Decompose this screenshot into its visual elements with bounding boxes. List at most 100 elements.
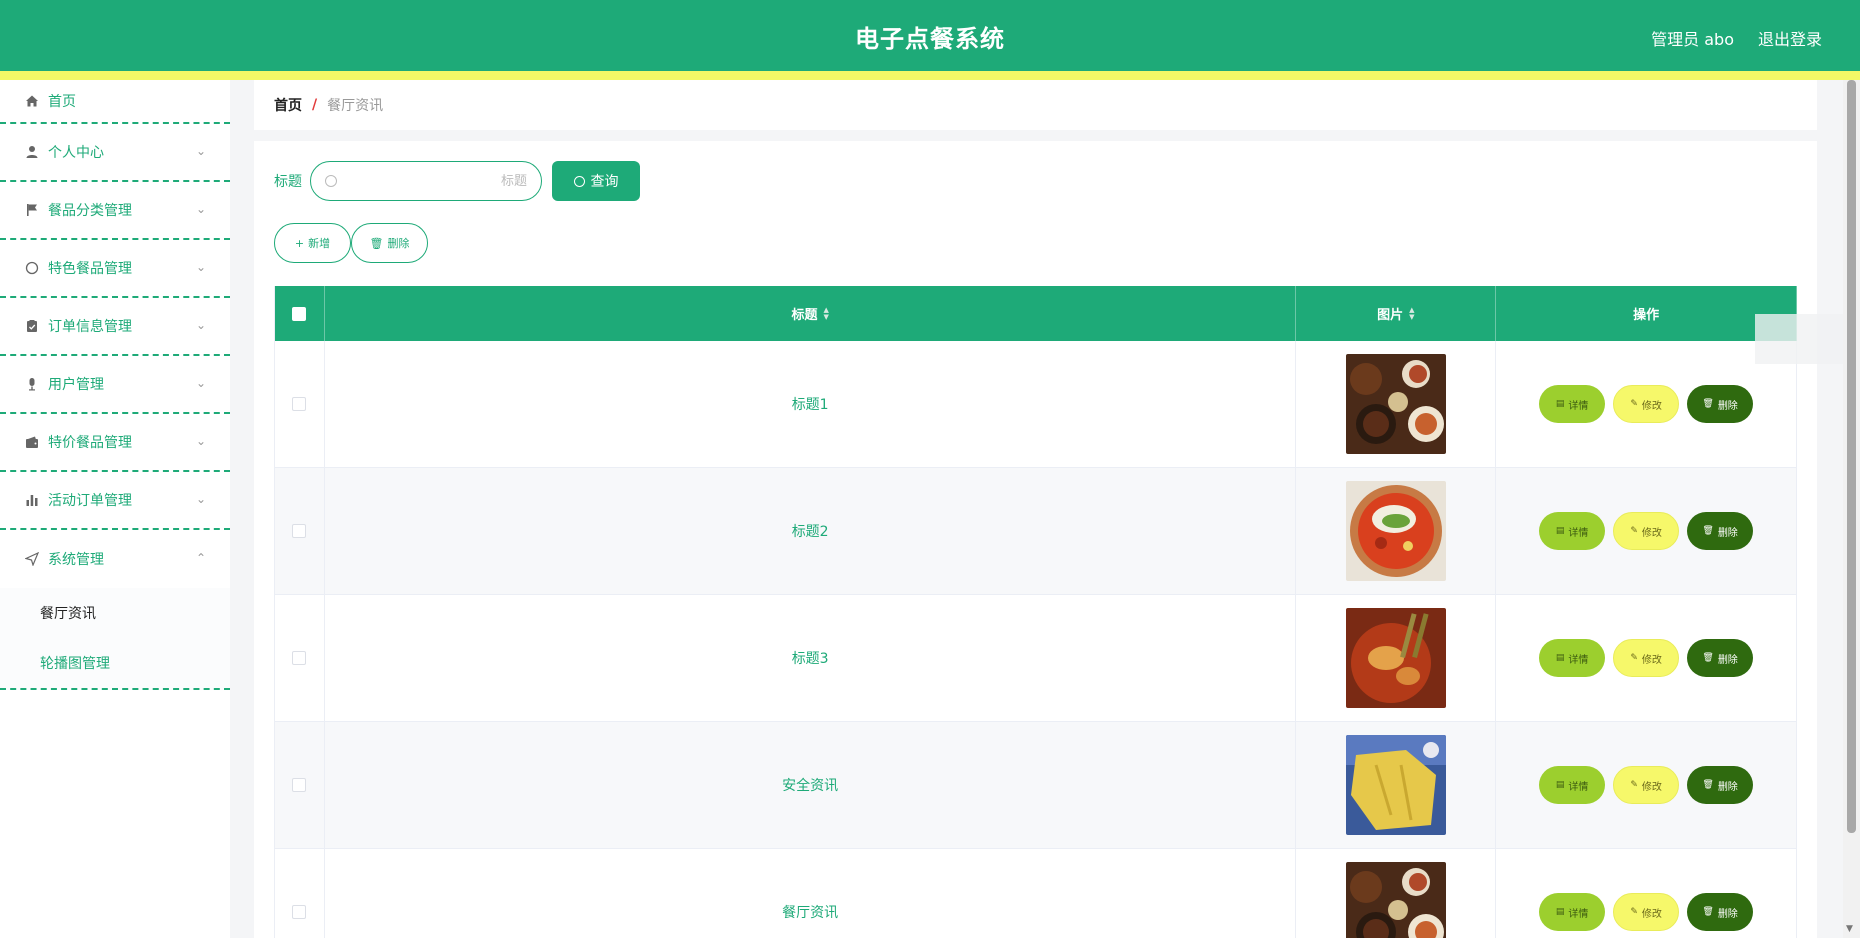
edit-button[interactable]: ✎ 修改: [1613, 766, 1680, 804]
breadcrumb: 首页 / 餐厅资讯: [254, 80, 1817, 130]
trash-icon: 🗑: [1702, 399, 1714, 409]
delete-button[interactable]: 🗑 删除: [1687, 639, 1754, 677]
sidebar-item-featured[interactable]: 特色餐品管理 ⌄: [0, 240, 230, 298]
sidebar-item-personal-center[interactable]: 个人中心 ⌄: [0, 124, 230, 182]
add-button[interactable]: + 新增: [274, 223, 351, 263]
row-checkbox[interactable]: [292, 397, 307, 411]
breadcrumb-current: 餐厅资讯: [327, 98, 384, 114]
logout-button[interactable]: 退出登录: [1758, 26, 1822, 50]
row-checkbox[interactable]: [292, 778, 307, 792]
row-image-cell: [1296, 722, 1497, 848]
flag-icon: [24, 202, 40, 218]
detail-button[interactable]: ▤ 详情: [1539, 893, 1606, 931]
table-row: 安全资讯 ▤ 详情 ✎ 修改 🗑 删除: [275, 722, 1797, 849]
detail-label: 详情: [1568, 908, 1589, 920]
detail-label: 详情: [1568, 781, 1589, 793]
chevron-down-icon: ⌄: [195, 318, 206, 332]
food-photo-3: [1345, 608, 1446, 708]
row-checkbox[interactable]: [292, 905, 307, 919]
row-actions-cell: ▤ 详情 ✎ 修改 🗑 删除: [1496, 722, 1797, 848]
sidebar-item-system[interactable]: 系统管理 ⌃: [0, 530, 230, 588]
pencil-icon: ✎: [1630, 526, 1638, 536]
row-title: 标题3: [325, 595, 1297, 721]
edit-label: 修改: [1641, 781, 1662, 793]
sort-icon[interactable]: ▲ ▼: [823, 306, 828, 321]
row-check-cell: [275, 468, 325, 594]
trash-icon: 🗑: [1702, 780, 1714, 790]
chevron-down-icon: ⌄: [195, 144, 206, 158]
plus-icon: +: [294, 236, 305, 250]
scrollbar-thumb[interactable]: [1847, 80, 1856, 833]
detail-button[interactable]: ▤ 详情: [1539, 639, 1606, 677]
batch-delete-button[interactable]: 🗑 删除: [351, 223, 428, 263]
query-button[interactable]: 查询: [552, 161, 640, 201]
search-icon: [573, 175, 585, 187]
header-user-area: 管理员 abo 退出登录: [1651, 26, 1822, 50]
delete-label: 删除: [1717, 654, 1738, 666]
chevron-down-icon: ⌄: [195, 376, 206, 390]
chevron-down-icon: ⌄: [195, 260, 206, 274]
sidebar-item-orders[interactable]: 订单信息管理 ⌄: [0, 298, 230, 356]
delete-button-label: 删除: [387, 237, 410, 250]
chevron-down-icon: ⌄: [195, 434, 206, 448]
document-icon: ▤: [1555, 399, 1565, 409]
edit-button[interactable]: ✎ 修改: [1613, 512, 1680, 550]
chevron-down-icon: ⌄: [195, 492, 206, 506]
trash-icon: 🗑: [1702, 526, 1714, 536]
search-field[interactable]: [310, 161, 542, 201]
search-input[interactable]: [337, 173, 527, 189]
chevron-down-icon: ⌄: [195, 202, 206, 216]
row-checkbox[interactable]: [292, 651, 307, 665]
app-title: 电子点餐系统: [855, 25, 1005, 53]
row-title: 餐厅资讯: [325, 849, 1297, 938]
sidebar-item-users[interactable]: 用户管理 ⌄: [0, 356, 230, 414]
food-photo-1: [1345, 354, 1446, 454]
delete-label: 删除: [1717, 400, 1738, 412]
edit-button[interactable]: ✎ 修改: [1613, 385, 1680, 423]
clipboard-icon: [24, 318, 40, 334]
sidebar-item-label: 个人中心: [48, 145, 104, 161]
column-header-title[interactable]: 标题 ▲ ▼: [325, 286, 1297, 341]
compass-icon: [24, 260, 40, 276]
breadcrumb-separator: /: [312, 97, 318, 113]
add-button-label: 新增: [308, 237, 331, 250]
sidebar-item-activity-orders[interactable]: 活动订单管理 ⌄: [0, 472, 230, 530]
submenu-item-restaurant-news[interactable]: 餐厅资讯: [0, 588, 230, 638]
row-check-cell: [275, 849, 325, 938]
scroll-down-arrow-icon[interactable]: ▼: [1846, 924, 1853, 934]
edit-button[interactable]: ✎ 修改: [1613, 893, 1680, 931]
delete-label: 删除: [1717, 527, 1738, 539]
column-header-image[interactable]: 图片 ▲ ▼: [1296, 286, 1497, 341]
top-header: 电子点餐系统 管理员 abo 退出登录: [0, 0, 1860, 71]
document-icon: ▤: [1555, 653, 1565, 663]
detail-button[interactable]: ▤ 详情: [1539, 512, 1606, 550]
table-row: 标题2 ▤ 详情 ✎ 修改 🗑 删除: [275, 468, 1797, 595]
edit-button[interactable]: ✎ 修改: [1613, 639, 1680, 677]
delete-button[interactable]: 🗑 删除: [1687, 893, 1754, 931]
food-photo-2: [1345, 481, 1446, 581]
row-checkbox[interactable]: [292, 524, 307, 538]
detail-button[interactable]: ▤ 详情: [1539, 385, 1606, 423]
row-check-cell: [275, 341, 325, 467]
sidebar-item-home[interactable]: 首页: [0, 80, 230, 124]
page-scrollbar[interactable]: ▼: [1843, 80, 1860, 938]
sidebar-item-category[interactable]: 餐品分类管理 ⌄: [0, 182, 230, 240]
pencil-icon: ✎: [1630, 399, 1638, 409]
sidebar-item-label: 首页: [48, 94, 76, 110]
row-check-cell: [275, 722, 325, 848]
delete-button[interactable]: 🗑 删除: [1687, 766, 1754, 804]
sidebar-item-special-price[interactable]: 特价餐品管理 ⌄: [0, 414, 230, 472]
submenu-item-carousel[interactable]: 轮播图管理: [0, 638, 230, 688]
send-icon: [24, 551, 40, 567]
detail-label: 详情: [1568, 527, 1589, 539]
detail-button[interactable]: ▤ 详情: [1539, 766, 1606, 804]
floating-ghost-panel: [1755, 314, 1843, 364]
sort-icon[interactable]: ▲ ▼: [1409, 306, 1414, 321]
delete-button[interactable]: 🗑 删除: [1687, 385, 1754, 423]
food-photo-4: [1345, 735, 1446, 835]
delete-button[interactable]: 🗑 删除: [1687, 512, 1754, 550]
row-actions-cell: ▤ 详情 ✎ 修改 🗑 删除: [1496, 468, 1797, 594]
breadcrumb-home[interactable]: 首页: [274, 95, 302, 115]
trash-icon: 🗑: [1702, 653, 1714, 663]
select-all-checkbox[interactable]: [292, 306, 307, 321]
